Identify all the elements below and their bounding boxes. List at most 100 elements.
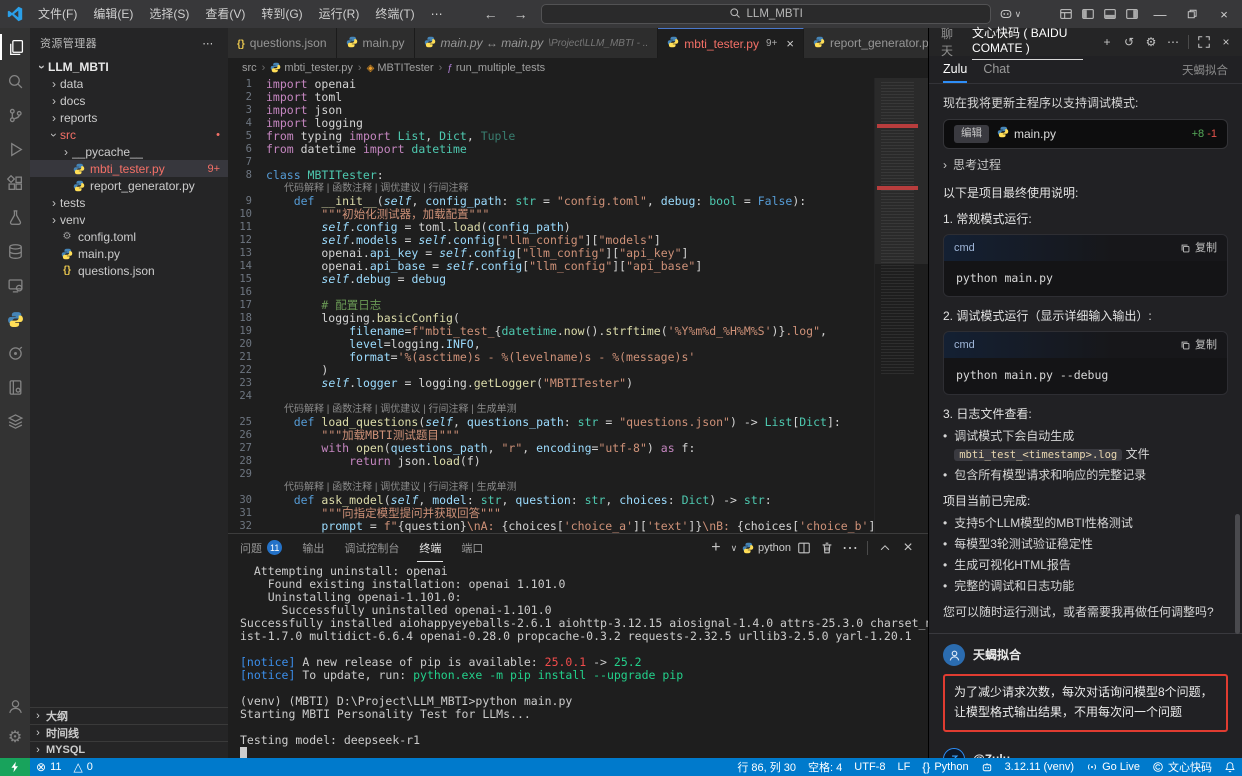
tab-chat-history[interactable]: 聊天 xyxy=(941,25,958,59)
panel-tab-输出[interactable]: 输出 xyxy=(300,534,326,562)
editor-tab-main.py[interactable]: main.py xyxy=(337,28,415,58)
copy-button[interactable]: 复制 xyxy=(1180,337,1217,354)
language-mode[interactable]: {}Python xyxy=(916,758,974,776)
tree-item-tests[interactable]: ›tests xyxy=(30,194,228,211)
tab-zulu[interactable]: Zulu xyxy=(943,56,967,83)
terminal-output[interactable]: Attempting uninstall: openai Found exist… xyxy=(228,562,928,758)
menu-item-2[interactable]: 选择(S) xyxy=(141,0,197,28)
editor-tab-report_generator.py[interactable]: report_generator.py xyxy=(804,28,945,58)
go-live[interactable]: Go Live xyxy=(1080,758,1146,776)
menu-item-5[interactable]: 运行(R) xyxy=(311,0,368,28)
problems-errors[interactable]: ⊗11 xyxy=(30,758,67,776)
copilot-menu-button[interactable]: ∨ xyxy=(999,4,1022,24)
new-terminal-button[interactable]: + xyxy=(706,538,726,558)
panel-tab-问题[interactable]: 问题11 xyxy=(238,534,284,562)
tree-item-report_generator.py[interactable]: report_generator.py xyxy=(30,177,228,194)
editor-tab-mbti_tester.py[interactable]: mbti_tester.py9+× xyxy=(658,28,804,58)
breadcrumb-item[interactable]: ƒ run_multiple_tests xyxy=(447,62,545,74)
command-text[interactable]: python main.py xyxy=(944,261,1227,296)
problems-warnings[interactable]: △0 xyxy=(67,758,98,776)
terminal-dropdown-button[interactable]: ∨ xyxy=(729,538,739,558)
tree-item-venv[interactable]: ›venv xyxy=(30,211,228,228)
close-tab-icon[interactable]: × xyxy=(786,36,794,51)
activity-layers[interactable] xyxy=(0,404,30,438)
maximize-panel-button[interactable] xyxy=(875,538,895,558)
remote-indicator[interactable] xyxy=(0,758,30,776)
settings-gear-button[interactable]: ⚙ xyxy=(1141,32,1161,52)
sidebar-section-MYSQL[interactable]: ›MYSQL xyxy=(30,741,228,758)
menu-item-6[interactable]: 终端(T) xyxy=(367,0,422,28)
comate-status[interactable]: 文心快码 xyxy=(1146,758,1218,776)
minimize-button[interactable]: — xyxy=(1146,0,1174,28)
tree-item-docs[interactable]: ›docs xyxy=(30,92,228,109)
maximize-button[interactable] xyxy=(1178,0,1206,28)
tree-item-mbti_tester.py[interactable]: mbti_tester.py9+ xyxy=(30,160,228,177)
terminal-more-button[interactable]: ⋯ xyxy=(840,538,860,558)
tree-item-questions.json[interactable]: {}questions.json xyxy=(30,262,228,279)
layout-sidebar-right-button[interactable] xyxy=(1122,4,1142,24)
close-comate-button[interactable]: × xyxy=(1216,32,1236,52)
python-version[interactable]: 3.12.11 (venv) xyxy=(999,758,1081,776)
eol[interactable]: LF xyxy=(891,758,916,776)
comate-more-button[interactable]: ⋯ xyxy=(1163,32,1183,52)
indentation[interactable]: 空格: 4 xyxy=(802,758,848,776)
cursor-position[interactable]: 行 86, 列 30 xyxy=(731,758,802,776)
edit-file-card[interactable]: 编辑 main.py +8 -1 xyxy=(943,119,1228,149)
tree-item-main.py[interactable]: main.py xyxy=(30,245,228,262)
activity-extensions[interactable] xyxy=(0,166,30,200)
editor-tab-questions.json[interactable]: {}questions.json xyxy=(228,28,337,58)
panel-tab-终端[interactable]: 终端 xyxy=(417,534,443,562)
forward-arrow-button[interactable]: → xyxy=(511,4,531,24)
tab-comate[interactable]: 文心快码 ( BAIDU COMATE ) xyxy=(972,24,1083,60)
activity-ai-circle[interactable] xyxy=(0,336,30,370)
activity-account[interactable] xyxy=(0,690,30,722)
activity-source-control[interactable] xyxy=(0,98,30,132)
activity-remote-explorer[interactable] xyxy=(0,268,30,302)
notifications[interactable] xyxy=(1218,758,1242,776)
split-terminal-button[interactable] xyxy=(794,538,814,558)
panel-tab-端口[interactable]: 端口 xyxy=(459,534,485,562)
sidebar-section-时间线[interactable]: ›时间线 xyxy=(30,724,228,741)
tree-item-src[interactable]: ›src• xyxy=(30,126,228,143)
editor-tab-main.py ↔ main.py[interactable]: main.py ↔ main.py\Project\LLM_MBTI - .. xyxy=(415,28,659,58)
chat-scrollbar[interactable] xyxy=(1235,514,1240,634)
expand-panel-button[interactable] xyxy=(1194,32,1214,52)
encoding[interactable]: UTF-8 xyxy=(848,758,891,776)
breadcrumb-item[interactable]: ◈ MBTITester xyxy=(367,62,434,74)
activity-search[interactable] xyxy=(0,64,30,98)
activity-run-debug[interactable] xyxy=(0,132,30,166)
tree-item-data[interactable]: ›data xyxy=(30,75,228,92)
breadcrumb-item[interactable]: mbti_tester.py xyxy=(270,62,353,74)
tree-item-LLM_MBTI[interactable]: ›LLM_MBTI xyxy=(30,58,228,75)
close-panel-button[interactable]: × xyxy=(898,538,918,558)
tree-item-config.toml[interactable]: ⚙config.toml xyxy=(30,228,228,245)
customize-layout-button[interactable] xyxy=(1056,4,1076,24)
minimap[interactable] xyxy=(874,78,928,533)
menu-item-0[interactable]: 文件(F) xyxy=(30,0,85,28)
activity-settings-gear[interactable]: ⚙ xyxy=(0,722,30,754)
tree-item-reports[interactable]: ›reports xyxy=(30,109,228,126)
breadcrumb[interactable]: src› mbti_tester.py›◈ MBTITester›ƒ run_m… xyxy=(228,58,928,78)
activity-testing[interactable] xyxy=(0,200,30,234)
menu-item-3[interactable]: 查看(V) xyxy=(197,0,253,28)
menu-item-4[interactable]: 转到(G) xyxy=(253,0,310,28)
explorer-more-button[interactable]: ⋯ xyxy=(198,33,218,53)
history-button[interactable]: ↺ xyxy=(1119,32,1139,52)
activity-python-color[interactable] xyxy=(0,302,30,336)
close-window-button[interactable]: × xyxy=(1210,0,1238,28)
menu-item-7[interactable]: ⋯ xyxy=(423,0,451,28)
menu-item-1[interactable]: 编辑(E) xyxy=(85,0,141,28)
tab-chat[interactable]: Chat xyxy=(983,56,1009,83)
panel-tab-调试控制台[interactable]: 调试控制台 xyxy=(342,534,401,562)
layout-sidebar-left-button[interactable] xyxy=(1078,4,1098,24)
activity-database[interactable] xyxy=(0,234,30,268)
back-arrow-button[interactable]: ← xyxy=(481,4,501,24)
minimap-slider[interactable] xyxy=(875,78,928,264)
activity-explorer[interactable] xyxy=(0,30,30,64)
thinking-process-toggle[interactable]: › 思考过程 xyxy=(943,156,1228,174)
breadcrumb-item[interactable]: src xyxy=(242,62,257,74)
command-center-search[interactable]: LLM_MBTI xyxy=(541,4,991,24)
sidebar-section-大纲[interactable]: ›大纲 xyxy=(30,707,228,724)
activity-notebook[interactable] xyxy=(0,370,30,404)
code-editor[interactable]: 1import openai2import toml3import json4i… xyxy=(228,78,874,533)
